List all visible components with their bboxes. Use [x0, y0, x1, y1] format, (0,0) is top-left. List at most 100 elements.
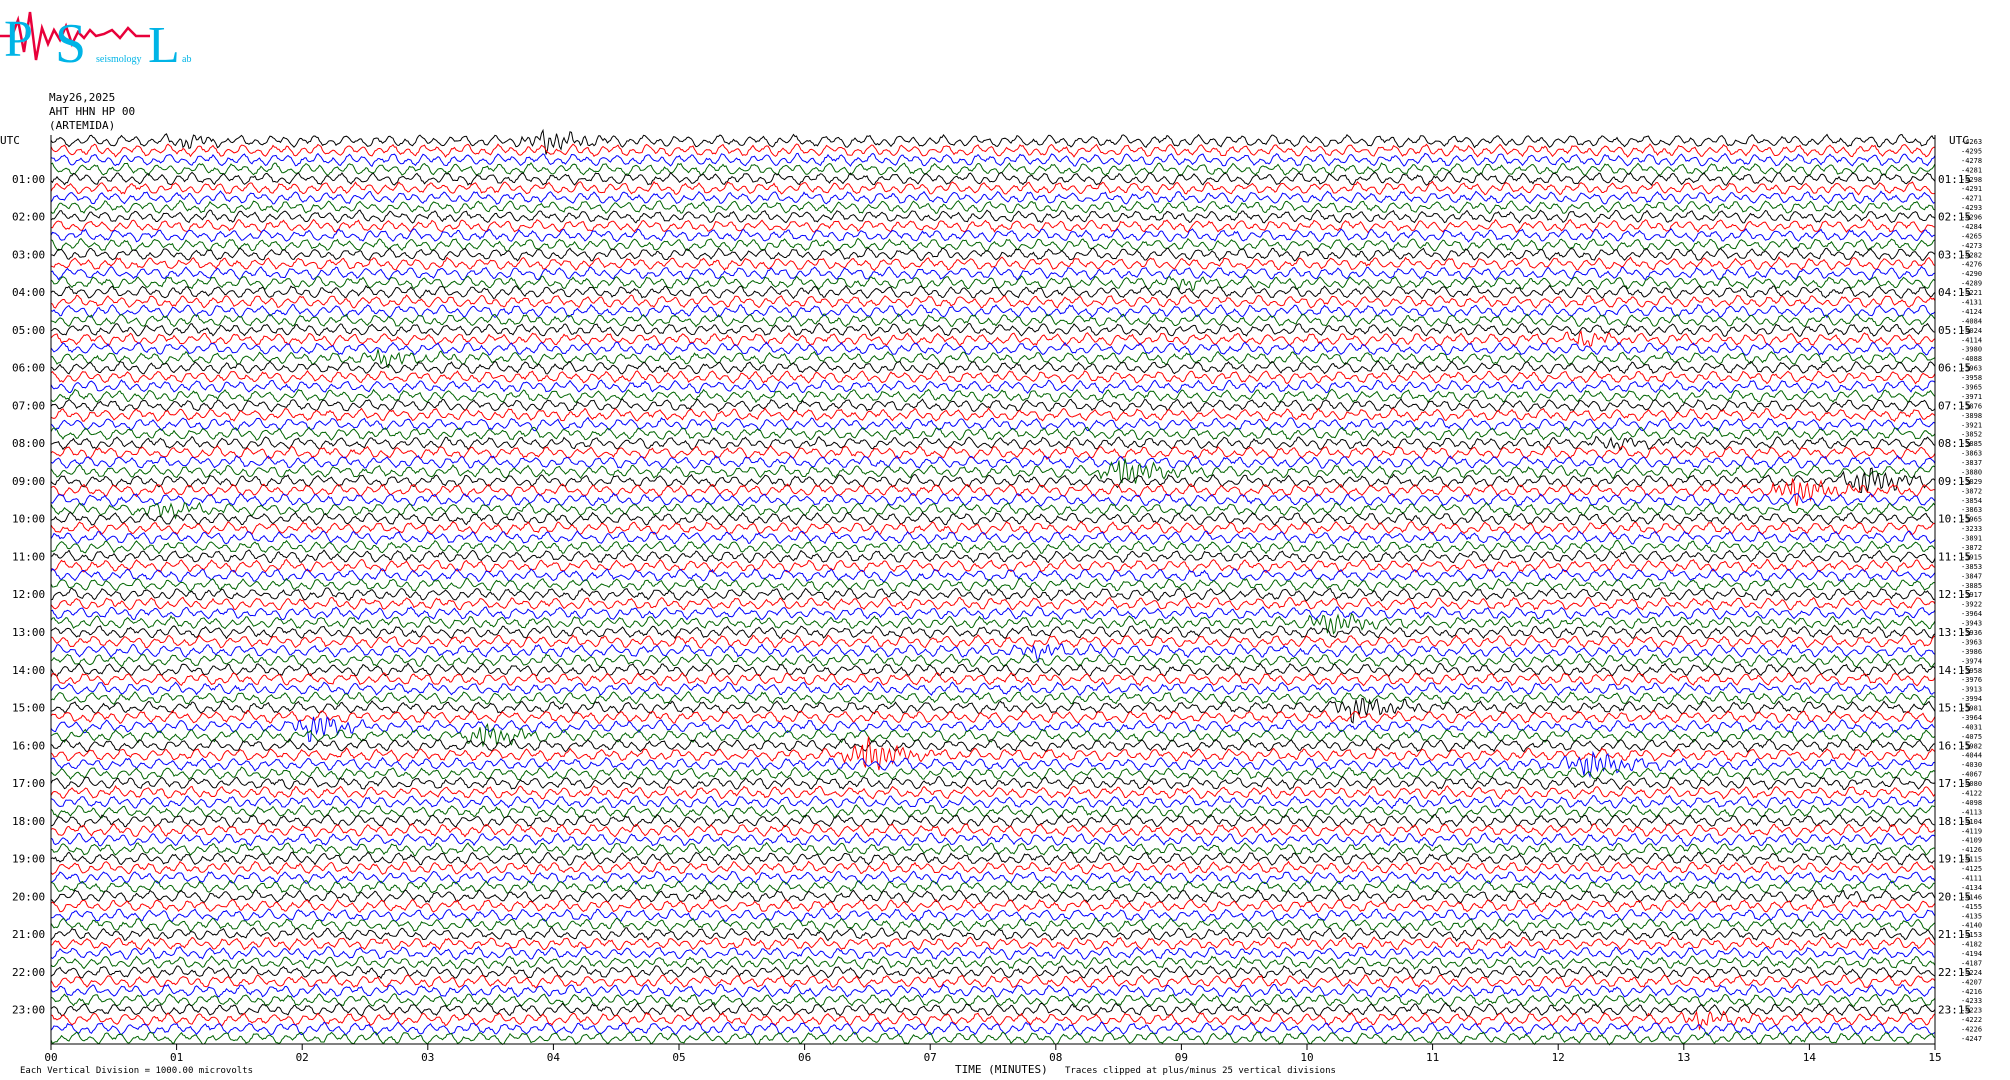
left-hour-label: 08:00 — [12, 437, 45, 450]
trace-line — [50, 936, 1936, 951]
offset-label: -3829 — [1961, 478, 1982, 486]
offset-label: -4119 — [1961, 827, 1982, 835]
trace-line — [50, 813, 1936, 829]
offset-label: -4098 — [1961, 799, 1982, 807]
offset-label: -4223 — [1961, 1007, 1982, 1015]
trace-line — [50, 162, 1936, 177]
x-tick-label: 07 — [924, 1051, 937, 1064]
offset-label: -4125 — [1961, 865, 1982, 873]
offset-label: -3863 — [1961, 506, 1982, 514]
trace-line — [50, 690, 1936, 706]
trace-line — [50, 349, 1936, 368]
trace-line — [50, 870, 1936, 885]
left-hour-label: 19:00 — [12, 853, 45, 866]
left-hour-label: 16:00 — [12, 739, 45, 752]
offset-label: -3898 — [1961, 412, 1982, 420]
left-hour-label: 02:00 — [12, 211, 45, 224]
trace-line — [50, 1030, 1936, 1046]
trace-line — [50, 445, 1936, 460]
offset-label: -4088 — [1961, 355, 1982, 363]
offset-label: -4263 — [1961, 138, 1982, 146]
offset-label: -4293 — [1961, 204, 1982, 212]
trace-line — [50, 766, 1936, 782]
offset-label: -3891 — [1961, 535, 1982, 543]
left-hour-label: 10:00 — [12, 513, 45, 526]
offset-label: -4278 — [1961, 157, 1982, 165]
trace-line — [50, 1021, 1936, 1036]
offset-label: -4222 — [1961, 1016, 1982, 1024]
offset-label: -4131 — [1961, 299, 1982, 307]
trace-line — [50, 313, 1936, 328]
x-tick-label: 00 — [44, 1051, 57, 1064]
trace-line — [50, 841, 1936, 857]
offset-label: -3922 — [1961, 601, 1982, 609]
offset-label: -3943 — [1961, 620, 1982, 628]
offset-label: -4289 — [1961, 280, 1982, 288]
left-hour-label: 11:00 — [12, 550, 45, 563]
offset-label: -4182 — [1961, 941, 1982, 949]
offset-label: -4194 — [1961, 950, 1982, 958]
left-hour-label: 09:00 — [12, 475, 45, 488]
trace-line — [50, 256, 1936, 272]
x-tick-label: 11 — [1426, 1051, 1439, 1064]
offset-label: -4024 — [1961, 327, 1982, 335]
trace-line — [50, 794, 1936, 810]
offset-label: -4207 — [1961, 978, 1982, 986]
trace-line — [50, 723, 1936, 748]
trace-line — [50, 171, 1936, 186]
trace-line — [50, 360, 1936, 375]
x-tick-label: 03 — [421, 1051, 434, 1064]
x-tick-label: 14 — [1803, 1051, 1817, 1064]
left-hour-label: 13:00 — [12, 626, 45, 639]
trace-line — [50, 662, 1936, 677]
offset-label: -4282 — [1961, 251, 1982, 259]
trace-line — [50, 247, 1936, 262]
offset-label: -3965 — [1961, 516, 1982, 524]
offset-label: -4224 — [1961, 969, 1982, 977]
x-tick-label: 12 — [1552, 1051, 1565, 1064]
trace-line — [50, 416, 1936, 432]
offset-label: -3913 — [1961, 686, 1982, 694]
trace-group — [50, 128, 1936, 1046]
offset-label: -3980 — [1961, 346, 1982, 354]
trace-line — [50, 964, 1936, 980]
trace-line — [50, 397, 1936, 413]
trace-line — [50, 143, 1936, 158]
offset-label: -4265 — [1961, 232, 1982, 240]
offset-label: -3885 — [1961, 440, 1982, 448]
offset-label: -3233 — [1961, 525, 1982, 533]
offset-label: -3852 — [1961, 431, 1982, 439]
offset-label: -4290 — [1961, 270, 1982, 278]
left-hour-label: 20:00 — [12, 890, 45, 903]
offset-label: -4216 — [1961, 988, 1982, 996]
offset-label: -4295 — [1961, 147, 1982, 155]
offset-label: -3854 — [1961, 497, 1982, 505]
trace-line — [50, 709, 1936, 725]
offset-label: -4030 — [1961, 761, 1982, 769]
x-tick-label: 01 — [170, 1051, 183, 1064]
offset-label: -4247 — [1961, 1035, 1982, 1043]
offset-label: -4075 — [1961, 733, 1982, 741]
left-utc-label: UTC — [0, 134, 20, 147]
offset-label: -3885 — [1961, 582, 1982, 590]
trace-line — [50, 738, 1936, 753]
left-hour-label: 15:00 — [12, 702, 45, 715]
offset-label: -3963 — [1961, 638, 1982, 646]
trace-line — [50, 501, 1936, 520]
offset-label: -4298 — [1961, 176, 1982, 184]
trace-line — [50, 426, 1936, 441]
offset-label: -4104 — [1961, 818, 1982, 826]
trace-line — [50, 672, 1936, 687]
trace-line — [50, 851, 1936, 866]
offset-label: -4111 — [1961, 874, 1982, 882]
trace-line — [50, 1002, 1936, 1017]
offset-label: -3837 — [1961, 459, 1982, 467]
trace-line — [50, 926, 1936, 942]
x-tick-label: 05 — [672, 1051, 685, 1064]
left-hour-label: 17:00 — [12, 777, 45, 790]
offset-label: -4271 — [1961, 195, 1982, 203]
offset-label: -4233 — [1961, 997, 1982, 1005]
trace-line — [50, 955, 1936, 970]
trace-line — [50, 908, 1936, 923]
trace-line — [50, 530, 1936, 545]
